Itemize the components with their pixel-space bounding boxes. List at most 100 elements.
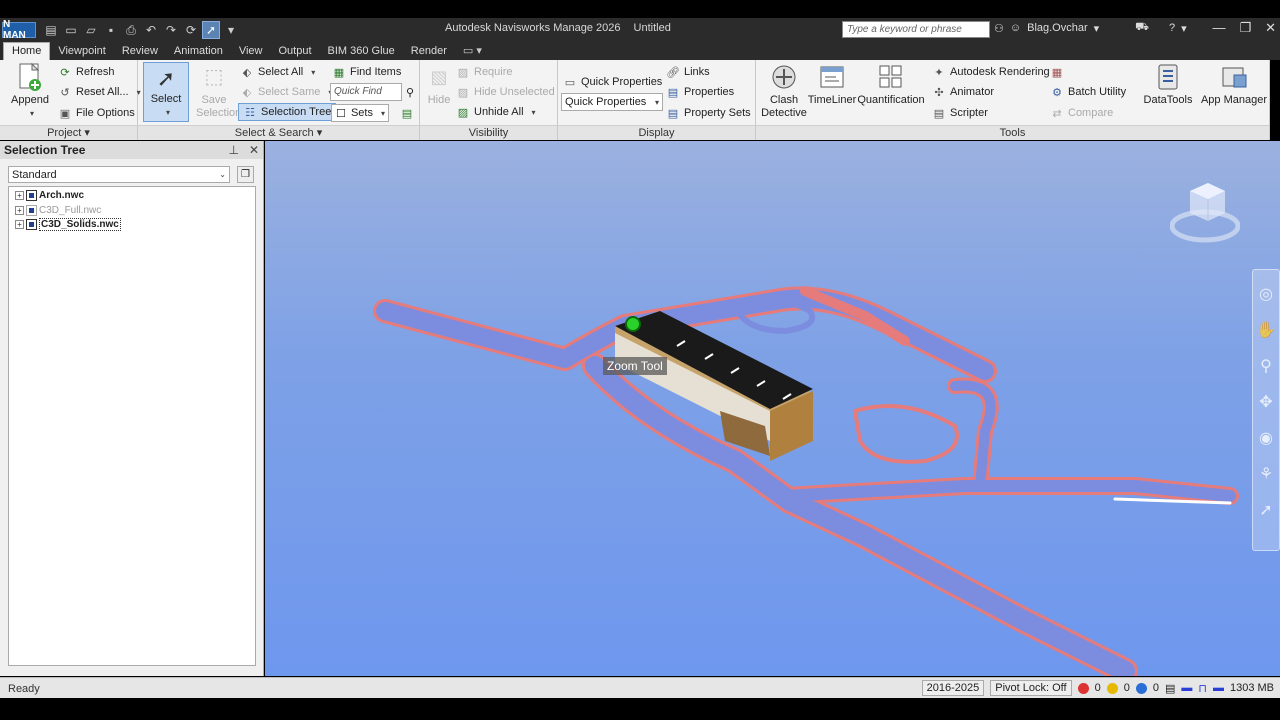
tab-viewpoint[interactable]: Viewpoint: [50, 43, 114, 60]
hide-button[interactable]: ▧ Hide: [424, 62, 454, 107]
datatools-button[interactable]: DataTools: [1140, 62, 1196, 107]
binoculars-icon[interactable]: ⚇: [994, 22, 1004, 35]
year-range[interactable]: 2016-2025: [921, 680, 985, 696]
save-selection-button[interactable]: ⬚ Save Selection: [196, 62, 241, 120]
walk-icon[interactable]: ⚘: [1259, 464, 1273, 484]
viewcube-icon[interactable]: [1169, 171, 1241, 251]
orbit-icon[interactable]: ✥: [1259, 392, 1272, 412]
minimize-icon[interactable]: —: [1212, 20, 1225, 36]
quick-find-icon[interactable]: ⚲: [403, 83, 417, 101]
progress-pencil-icon[interactable]: ▬: [1181, 682, 1192, 694]
help-dropdown-icon[interactable]: ▾: [1181, 22, 1187, 35]
reset-all-button[interactable]: ↺ Reset All... ▾: [58, 83, 140, 101]
appearance-profiler-icon[interactable]: ▦: [1050, 63, 1064, 81]
error-icon[interactable]: [1077, 682, 1089, 694]
tab-animation[interactable]: Animation: [166, 43, 231, 60]
ribbon-options-icon[interactable]: ▭ ▾: [455, 42, 490, 60]
manage-sets-icon[interactable]: ▤: [400, 104, 414, 122]
tab-home[interactable]: Home: [3, 42, 51, 60]
help-search-input[interactable]: Type a keyword or phrase: [842, 21, 990, 38]
select-same-label: Select Same: [258, 86, 321, 98]
customize-qat-icon[interactable]: ▾: [222, 21, 240, 39]
file-options-button[interactable]: ▣ File Options: [58, 104, 135, 122]
batch-utility-button[interactable]: ⚙ Batch Utility: [1050, 83, 1126, 101]
open-icon[interactable]: ▱: [82, 21, 100, 39]
tree-item[interactable]: + Arch.nwc: [15, 188, 84, 202]
tree-item[interactable]: + C3D_Full.nwc: [15, 203, 101, 217]
quick-properties-button[interactable]: ▭ Quick Properties: [563, 73, 663, 91]
select-button[interactable]: ➚ Select ▾: [143, 62, 189, 122]
select-same-button[interactable]: ⬖ Select Same ▾: [240, 83, 333, 101]
animator-button[interactable]: ✣ Animator: [932, 83, 994, 101]
user-name[interactable]: Blag.Ovchar: [1027, 22, 1088, 34]
sets-dropdown[interactable]: ☐ Sets ▾: [331, 104, 389, 122]
links-button[interactable]: 🔗︎ Links: [666, 63, 710, 81]
new-icon[interactable]: ▭: [62, 21, 80, 39]
app-menu-button[interactable]: N MAN: [2, 19, 36, 41]
clash-detective-button[interactable]: Clash Detective: [760, 62, 808, 120]
tab-render[interactable]: Render: [403, 43, 455, 60]
expand-icon[interactable]: +: [15, 219, 24, 229]
undo-icon[interactable]: ↶: [142, 21, 160, 39]
scripter-button[interactable]: ▤ Scripter: [932, 104, 988, 122]
quick-find-input[interactable]: Quick Find: [330, 83, 402, 101]
restore-icon[interactable]: ❐: [1239, 20, 1251, 36]
3d-viewport[interactable]: ◎ ✋ ⚲ ✥ ◉ ⚘ ➚ Zoom Tool: [265, 141, 1280, 676]
timeliner-label: TimeLiner: [807, 94, 857, 106]
tab-bim360glue[interactable]: BIM 360 Glue: [320, 43, 403, 60]
timeliner-button[interactable]: TimeLiner: [808, 62, 856, 107]
select-icon[interactable]: ➚: [1259, 500, 1272, 520]
warning-icon[interactable]: [1106, 682, 1118, 694]
unhide-all-button[interactable]: ▨ Unhide All ▾: [456, 103, 536, 121]
disk-icon[interactable]: ▬: [1213, 682, 1224, 694]
tab-review[interactable]: Review: [114, 43, 166, 60]
help-icon[interactable]: ?: [1169, 22, 1175, 34]
select-cursor-icon[interactable]: ➚: [202, 21, 220, 39]
select-search-group-label[interactable]: Select & Search ▾: [138, 125, 419, 140]
look-icon[interactable]: ◉: [1259, 428, 1273, 448]
require-button[interactable]: ▨ Require: [456, 63, 513, 81]
visibility-group-label: Visibility: [420, 125, 557, 140]
select-all-button[interactable]: ⬖ Select All ▾: [240, 63, 316, 81]
append-button[interactable]: Append ▾: [10, 62, 50, 120]
autodesk-rendering-button[interactable]: ✦ Autodesk Rendering: [932, 63, 1049, 81]
property-sets-button[interactable]: ▤ Property Sets: [666, 104, 751, 122]
steering-wheel-icon[interactable]: ◎: [1259, 284, 1273, 304]
zoom-icon[interactable]: ⚲: [1260, 356, 1272, 376]
pivot-lock-toggle[interactable]: Pivot Lock: Off: [990, 680, 1072, 696]
user-icon[interactable]: ☺: [1010, 22, 1021, 34]
tab-view[interactable]: View: [231, 43, 271, 60]
save-icon[interactable]: ▪: [102, 21, 120, 39]
selection-tree-button[interactable]: ☷ Selection Tree: [238, 103, 337, 121]
cart-icon[interactable]: ⛟: [1135, 21, 1149, 35]
refresh-button[interactable]: ⟳ Refresh: [58, 63, 114, 81]
quick-properties-select[interactable]: Quick Properties ▾: [561, 93, 663, 111]
info-icon[interactable]: [1135, 682, 1147, 694]
expand-icon[interactable]: +: [15, 205, 24, 215]
expand-icon[interactable]: +: [15, 190, 24, 200]
pan-icon[interactable]: ✋: [1256, 320, 1276, 340]
properties-button[interactable]: ▤ Properties: [666, 83, 734, 101]
workspace-icon[interactable]: ▤: [42, 21, 60, 39]
pin-icon[interactable]: ⊥: [228, 143, 238, 157]
user-dropdown-icon[interactable]: ▾: [1094, 22, 1100, 35]
lock-icon[interactable]: ⊓: [1198, 682, 1207, 695]
panel-close-icon[interactable]: ✕: [249, 143, 259, 157]
app-manager-button[interactable]: App Manager: [1200, 62, 1268, 107]
close-icon[interactable]: ✕: [1265, 20, 1276, 36]
quick-properties-select-value: Quick Properties: [565, 96, 647, 108]
print-icon[interactable]: ⎙: [122, 21, 140, 39]
batch-utility-icon: ⚙: [1052, 86, 1062, 99]
redo-icon[interactable]: ↷: [162, 21, 180, 39]
tree-options-icon[interactable]: ❐: [237, 166, 254, 183]
hide-unselected-button[interactable]: ▨ Hide Unselected: [456, 83, 555, 101]
sheet-browser-icon[interactable]: ▤: [1165, 682, 1175, 695]
tree-mode-select[interactable]: Standard ⌄: [8, 166, 230, 183]
compare-button[interactable]: ⇄ Compare: [1050, 104, 1113, 122]
refresh-icon[interactable]: ⟳: [182, 21, 200, 39]
project-group-label[interactable]: Project ▾: [0, 125, 137, 140]
quantification-button[interactable]: Quantification: [856, 62, 926, 107]
tree-item[interactable]: + C3D_Solids.nwc: [15, 217, 121, 231]
tab-output[interactable]: Output: [271, 43, 320, 60]
find-items-button[interactable]: ▦ Find Items: [332, 63, 402, 81]
